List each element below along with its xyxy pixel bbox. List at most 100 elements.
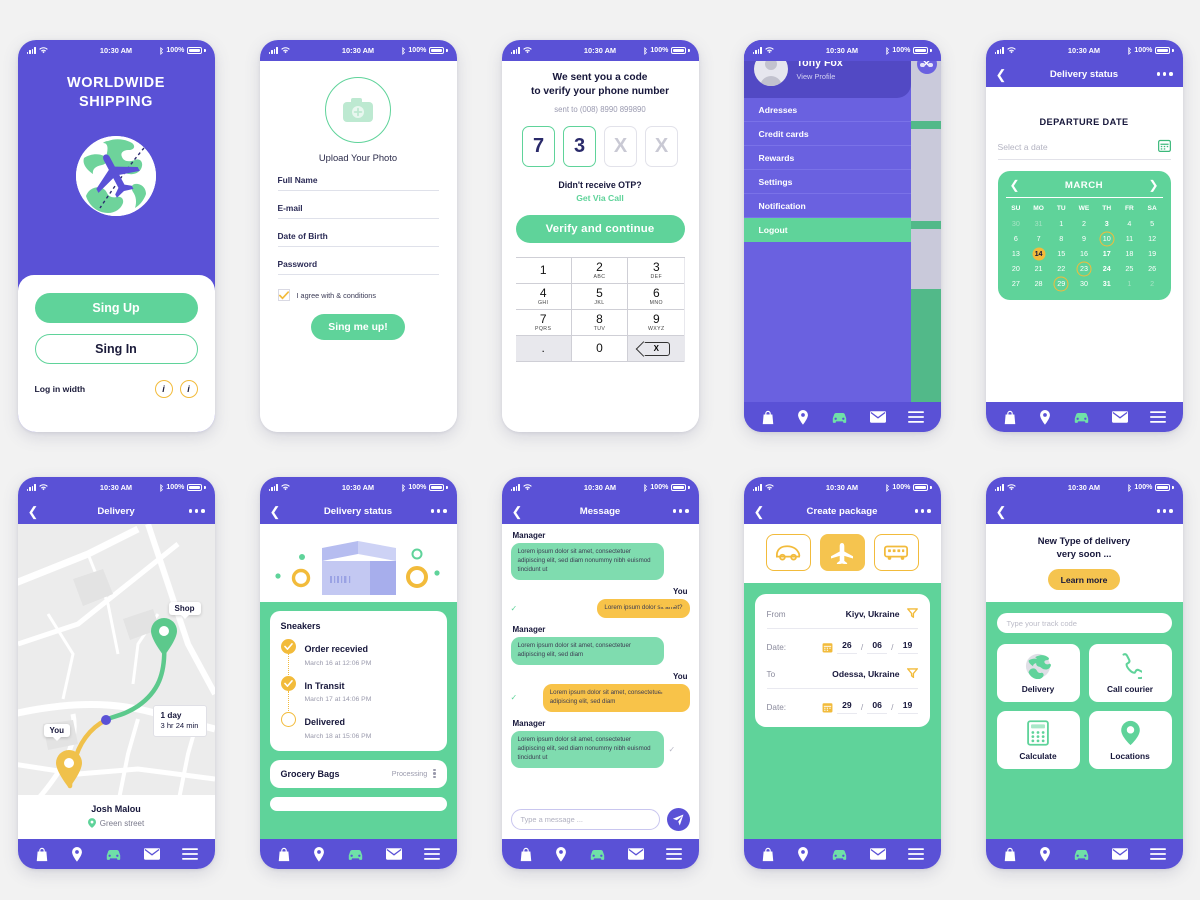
back-icon[interactable]: ❮ [28,505,39,518]
calendar-day[interactable]: 11 [1119,232,1140,245]
mode-car[interactable] [765,534,811,571]
calendar-day[interactable]: 29 [1051,277,1072,290]
key-9[interactable]: 9 WXYZ [628,310,685,337]
calendar-day[interactable]: 14 [1028,247,1049,260]
order-card-partial[interactable] [269,796,447,811]
tile-locations[interactable]: Locations [1088,711,1172,770]
key-6[interactable]: 6 MNO [628,284,685,311]
date-select-input[interactable]: Select a date [997,139,1171,160]
drawer-item-notification[interactable]: Notification [743,194,911,218]
calendar-day[interactable]: 4 [1119,217,1140,230]
more-options-icon[interactable] [920,63,933,68]
calendar-day[interactable]: 9 [1074,232,1095,245]
key-1[interactable]: 1 [515,258,572,285]
tab-menu[interactable] [1149,411,1166,423]
tab-bag[interactable] [761,410,775,425]
get-via-call-link[interactable]: Get Via Call [516,193,685,203]
calendar-day[interactable]: 17 [1096,247,1117,260]
tab-menu[interactable] [1149,848,1166,860]
drawer-item-credit-cards[interactable]: Credit cards [743,122,911,146]
calendar-day[interactable]: 6 [1006,232,1027,245]
tab-mail[interactable] [385,848,402,860]
to-date-row[interactable]: Date: 29 / 06 / 19 [767,700,918,714]
calendar-day[interactable]: 25 [1119,262,1140,275]
calendar-day[interactable]: 1 [1119,277,1140,290]
key-2[interactable]: 2 ABC [571,258,629,285]
calendar-day[interactable]: 30 [1074,277,1095,290]
tab-car[interactable] [1073,411,1090,424]
tab-location[interactable] [1039,409,1051,425]
back-icon[interactable]: ❮ [754,505,765,518]
tile-call-courier[interactable]: Call courier [1088,644,1172,703]
kebab-icon[interactable] [433,768,436,779]
calendar-day[interactable]: 26 [1142,262,1163,275]
calendar-day[interactable]: 18 [1119,247,1140,260]
otp-digit-2[interactable]: 3 [563,126,596,168]
calendar-day[interactable]: 15 [1051,247,1072,260]
tab-bag[interactable] [1003,410,1017,425]
tab-menu[interactable] [907,411,924,423]
key-7[interactable]: 7 PQRS [515,310,572,337]
calendar-day[interactable]: 30 [1006,217,1027,230]
tab-bag[interactable] [277,847,291,862]
social-login-icon-2[interactable]: i [179,380,198,398]
verify-continue-button[interactable]: Verify and continue [515,215,685,244]
back-icon[interactable]: ❮ [512,505,523,518]
sign-up-button[interactable]: Sing Up [34,293,198,323]
tile-calculate[interactable]: Calculate [996,711,1080,770]
calendar-day[interactable]: 20 [1006,262,1027,275]
calendar-day[interactable]: 5 [1142,217,1163,230]
from-row[interactable]: From Kiyv, Ukraine [766,605,918,629]
calendar-day[interactable]: 27 [1006,277,1027,290]
calendar-day[interactable]: 10 [1096,232,1117,245]
order-card-grocery[interactable]: Grocery Bags Processing [269,759,447,788]
dropdown-caret-icon[interactable] [906,605,918,623]
tab-bag[interactable] [519,847,533,862]
calendar-day[interactable]: 2 [1142,277,1163,290]
send-button[interactable] [666,808,690,831]
tab-bag[interactable] [761,847,775,862]
back-icon[interactable]: ❮ [996,505,1007,518]
drawer-item-logout[interactable]: Logout [743,218,911,242]
prev-month-icon[interactable]: ❮ [1010,179,1020,191]
key-8[interactable]: 8 TUV [571,310,629,337]
key-0[interactable]: 0 [571,336,629,363]
tab-bag[interactable] [1003,847,1017,862]
key-delete[interactable]: X [628,336,685,363]
drawer-item-rewards[interactable]: Rewards [743,146,911,170]
drawer-item-settings[interactable]: Settings [743,170,911,194]
field-password[interactable]: Password [277,259,439,275]
key-3[interactable]: 3 DEF [628,258,685,285]
key-5[interactable]: 5 JKL [571,284,629,311]
field-date-of-birth[interactable]: Date of Birth [277,231,439,247]
from-day[interactable]: 26 [836,640,857,654]
track-code-input[interactable]: Type your track code [996,613,1172,634]
more-options-icon[interactable] [1156,509,1173,513]
upload-photo-button[interactable] [325,77,391,143]
key-dot[interactable]: . [515,336,572,363]
tab-mail[interactable] [869,411,886,423]
to-row[interactable]: To Odessa, Ukraine [766,665,919,689]
tab-location[interactable] [797,409,809,425]
more-options-icon[interactable] [914,509,931,513]
sign-me-up-button[interactable]: Sing me up! [311,314,405,340]
field-email[interactable]: E-mail [277,203,439,219]
more-options-icon[interactable] [672,509,689,513]
drawer-item-adresses[interactable]: Adresses [743,98,911,122]
tab-location[interactable] [797,846,809,862]
mode-bus[interactable] [873,534,919,571]
from-date-row[interactable]: Date: 26 / 06 / 19 [767,640,918,654]
tab-mail[interactable] [627,848,644,860]
field-full-name[interactable]: Full Name [277,175,439,191]
tab-car[interactable] [831,848,848,861]
tab-car[interactable] [1073,848,1090,861]
sign-in-button[interactable]: Sing In [34,334,198,364]
view-profile-link[interactable]: View Profile [797,72,843,81]
terms-checkbox[interactable] [277,289,290,301]
tab-menu[interactable] [423,848,440,860]
learn-more-button[interactable]: Learn more [1048,569,1120,591]
tab-mail[interactable] [1111,848,1128,860]
more-options-icon[interactable] [188,509,205,513]
otp-digit-4[interactable]: X [645,126,678,168]
tab-menu[interactable] [665,848,682,860]
